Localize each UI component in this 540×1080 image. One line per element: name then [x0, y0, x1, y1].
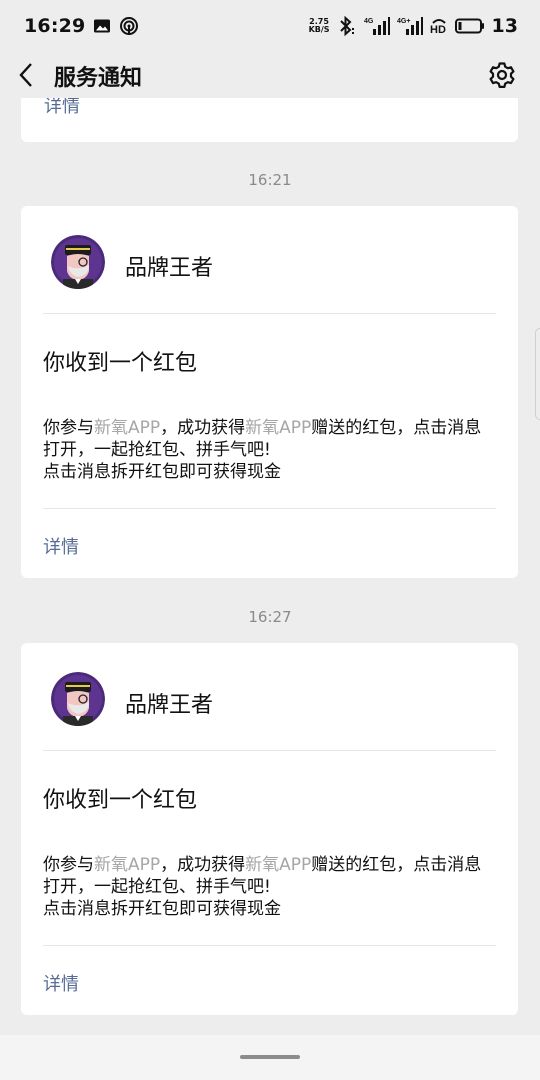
scroll-edge-handle[interactable]: [535, 328, 540, 420]
avatar[interactable]: [51, 672, 105, 726]
hd-label: HD: [430, 24, 446, 36]
detail-link[interactable]: 详情: [43, 970, 79, 996]
status-time: 16:29: [24, 15, 86, 37]
message-time: 16:21: [248, 171, 292, 189]
body-text: 点击消息拆开红包即可获得现金: [43, 899, 281, 919]
divider: [43, 508, 496, 509]
avatar[interactable]: [51, 235, 105, 289]
card-header: 品牌王者: [21, 206, 518, 314]
signal1-label: 4G: [364, 18, 374, 25]
status-bar: 16:29 2.75 KB/S 4G 4G+ HD 13: [0, 0, 540, 52]
signal2-label: 4G+: [397, 18, 410, 25]
app-name: 新氧APP: [245, 418, 312, 438]
divider: [43, 750, 496, 751]
message-body: 你参与新氧APP，成功获得新氧APP赠送的红包，点击消息打开，一起抢红包、拼手气…: [43, 854, 498, 920]
card-header: 品牌王者: [21, 643, 518, 751]
app-name: 新氧APP: [245, 855, 312, 875]
divider: [43, 313, 496, 314]
status-left: 16:29: [24, 15, 139, 37]
body-text: 你参与: [43, 855, 94, 875]
app-name: 新氧APP: [94, 855, 161, 875]
sender-name: 品牌王者: [125, 693, 214, 718]
message-title: 你收到一个红包: [43, 788, 198, 813]
detail-link[interactable]: 详情: [44, 98, 80, 118]
hd-icon: HD: [430, 19, 446, 36]
message-body: 你参与新氧APP，成功获得新氧APP赠送的红包，点击消息打开，一起抢红包、拼手气…: [43, 417, 498, 483]
body-text: 点击消息拆开红包即可获得现金: [43, 462, 281, 482]
net-speed-unit: KB/S: [308, 25, 330, 34]
page-title: 服务通知: [54, 66, 143, 91]
body-text: 你参与: [43, 418, 94, 438]
message-card[interactable]: 品牌王者 你收到一个红包 你参与新氧APP，成功获得新氧APP赠送的红包，点击消…: [21, 643, 518, 1015]
sender-name: 品牌王者: [125, 256, 214, 281]
hotspot-icon: [120, 17, 139, 35]
divider: [43, 945, 496, 946]
message-card[interactable]: 品牌王者 你收到一个红包 你参与新氧APP，成功获得新氧APP赠送的红包，点击消…: [21, 206, 518, 578]
body-text: ，成功获得: [160, 418, 246, 438]
net-speed: 2.75 KB/S: [309, 18, 330, 34]
gear-icon[interactable]: [488, 61, 516, 89]
body-text: ，成功获得: [160, 855, 246, 875]
app-name: 新氧APP: [94, 418, 161, 438]
bluetooth-icon: [339, 15, 354, 37]
home-indicator[interactable]: [240, 1055, 300, 1059]
message-card-partial: 详情: [21, 98, 518, 142]
avatar-image: [51, 672, 105, 726]
message-time: 16:27: [248, 608, 292, 626]
detail-link[interactable]: 详情: [43, 533, 79, 559]
avatar-image: [51, 235, 105, 289]
message-title: 你收到一个红包: [43, 351, 198, 376]
image-icon: [94, 19, 111, 33]
battery-icon: [454, 18, 484, 34]
status-right: 2.75 KB/S 4G 4G+ HD 13: [309, 15, 518, 37]
signal-icon: 4G+: [397, 17, 423, 35]
back-chevron-icon[interactable]: [16, 61, 40, 89]
signal-icon: 4G: [364, 17, 390, 35]
battery-level: 13: [491, 15, 518, 37]
gesture-bar: [0, 1035, 540, 1080]
nav-bar: 服务通知: [0, 52, 540, 98]
